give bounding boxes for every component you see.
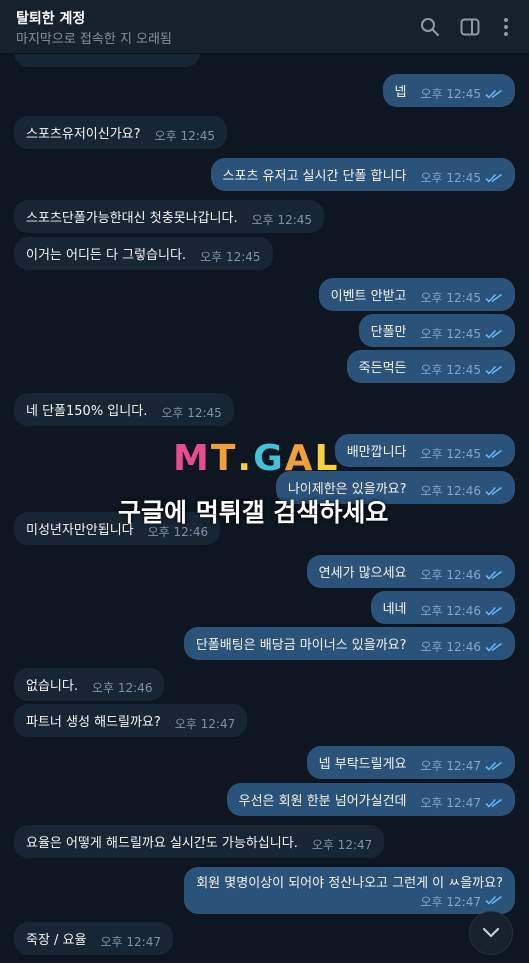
message-time: 오후 12:45: [200, 250, 261, 264]
read-ticks-icon: [485, 564, 503, 580]
message-text: 연세가 많으세요: [318, 566, 407, 581]
read-ticks-icon: [485, 600, 503, 616]
message-out[interactable]: 회원 몇명이상이 되어야 정산나오고 그런게 이 ㅆ을까요? 오후 12:47: [184, 867, 515, 914]
message-text: 회원 몇명이상이 되어야 정산나오고 그런게 이 ㅆ을까요?: [196, 875, 503, 891]
chat-header: 탈퇴한 계정 마지막으로 접속한 지 오래됨: [0, 0, 529, 54]
message-text: 스포츠유저이신가요?: [26, 127, 141, 142]
message-text: 죽장 / 요율: [26, 933, 87, 948]
message-text: 미성년자만안됩니다: [26, 523, 134, 538]
chat-title[interactable]: 탈퇴한 계정: [16, 8, 85, 28]
message-time: 오후 12:45: [420, 363, 481, 377]
chevron-down-icon: [482, 927, 500, 938]
message-text: 네네: [382, 602, 407, 617]
read-ticks-icon: [485, 287, 503, 303]
message-in[interactable]: 이거는 어디든 다 그렇습니다. 오후 12:45: [14, 237, 273, 270]
message-time: 오후 12:46: [420, 568, 481, 582]
message-time: 오후 12:46: [420, 604, 481, 618]
message-out[interactable]: 넵 오후 12:45: [382, 74, 515, 107]
message-out[interactable]: 이벤트 안받고 오후 12:45: [318, 278, 515, 311]
message-text: 넵 부탁드릴게요: [318, 757, 407, 772]
read-ticks-icon: [485, 636, 503, 652]
message-in[interactable]: 스포츠단폴가능한대신 첫충못나갑니다. 오후 12:45: [14, 200, 325, 233]
message-time: 오후 12:47: [311, 838, 373, 852]
message-out[interactable]: 배만깝니다 오후 12:45: [334, 434, 515, 467]
message-text: 나이제한은 있을까요?: [287, 482, 407, 497]
read-ticks-icon: [485, 792, 503, 808]
message-text: 네 단폴150% 입니다.: [26, 404, 148, 419]
message-time: 오후 12:47: [420, 894, 481, 909]
message-time: 오후 12:45: [420, 171, 481, 185]
message-out[interactable]: 우선은 회원 한분 넘어가실건데 오후 12:47: [226, 783, 515, 816]
message-text: 이벤트 안받고: [330, 289, 407, 304]
message-text: 단폴만: [370, 325, 407, 340]
message-text: 이거는 어디든 다 그렇습니다.: [26, 248, 187, 263]
message-time: 오후 12:47: [420, 759, 481, 773]
read-ticks-icon: [485, 891, 503, 910]
read-ticks-icon: [485, 755, 503, 771]
search-icon[interactable]: [418, 15, 442, 39]
message-time: 오후 12:46: [147, 525, 209, 539]
message-out[interactable]: 단폴만 오후 12:45: [358, 314, 515, 347]
message-time: 오후 12:45: [161, 406, 222, 420]
sidebar-toggle-icon[interactable]: [458, 15, 482, 39]
message-in[interactable]: 파트너 생성 해드릴까요? 오후 12:47: [14, 704, 248, 737]
message-time: 오후 12:45: [420, 327, 481, 341]
message-time: 오후 12:45: [420, 447, 481, 461]
scroll-down-button[interactable]: [469, 911, 513, 955]
message-out[interactable]: 네네 오후 12:46: [370, 591, 515, 624]
read-ticks-icon: [485, 323, 503, 339]
more-menu-icon[interactable]: [494, 15, 518, 39]
read-ticks-icon: [485, 167, 503, 183]
message-in[interactable]: 요율은 어떻게 해드릴까요 실시간도 가능하십니다. 오후 12:47: [14, 825, 385, 858]
message-out[interactable]: 나이제한은 있을까요? 오후 12:46: [275, 471, 515, 504]
message-partial: [14, 54, 200, 67]
message-out[interactable]: 스포츠 유저고 실시간 단폴 합니다 오후 12:45: [210, 158, 515, 191]
message-in[interactable]: 미성년자만안됩니다 오후 12:46: [14, 512, 221, 545]
read-ticks-icon: [485, 480, 503, 496]
message-text: 우선은 회원 한분 넘어가실건데: [238, 794, 407, 809]
message-out[interactable]: 연세가 많으세요 오후 12:46: [306, 555, 515, 588]
message-time: 오후 12:46: [420, 640, 481, 654]
message-text: 단폴배팅은 배당금 마이너스 있을까요?: [195, 638, 407, 653]
read-ticks-icon: [485, 443, 503, 459]
message-text: 스포츠 유저고 실시간 단폴 합니다: [222, 169, 407, 184]
message-time: 오후 12:46: [91, 681, 153, 695]
message-in[interactable]: 없습니다. 오후 12:46: [14, 668, 165, 701]
message-time: 오후 12:47: [100, 935, 161, 949]
message-text: 배만깝니다: [346, 445, 407, 460]
read-ticks-icon: [485, 359, 503, 375]
message-time: 오후 12:45: [251, 213, 313, 227]
message-list[interactable]: 넵 오후 12:45 스포츠유저이신가요? 오후 12:45 스포츠 유저고 실…: [0, 54, 529, 963]
read-ticks-icon: [485, 83, 503, 99]
message-out[interactable]: 단폴배팅은 배당금 마이너스 있을까요? 오후 12:46: [183, 627, 515, 660]
message-time: 오후 12:45: [420, 291, 481, 305]
message-in[interactable]: 스포츠유저이신가요? 오후 12:45: [14, 116, 228, 149]
message-out[interactable]: 넵 부탁드릴게요 오후 12:47: [306, 746, 515, 779]
message-time: 오후 12:47: [420, 796, 481, 810]
message-text: 죽든먹든: [358, 361, 407, 376]
message-out[interactable]: 죽든먹든 오후 12:45: [346, 350, 515, 383]
message-text: 없습니다.: [26, 679, 78, 694]
message-time: 오후 12:46: [420, 484, 481, 498]
message-time: 오후 12:47: [174, 717, 236, 731]
message-text: 요율은 어떻게 해드릴까요 실시간도 가능하십니다.: [26, 836, 298, 851]
message-in[interactable]: 죽장 / 요율 오후 12:47: [14, 922, 173, 955]
last-seen-status: 마지막으로 접속한 지 오래됨: [16, 32, 172, 47]
message-text: 파트너 생성 해드릴까요?: [26, 715, 161, 730]
message-time: 오후 12:45: [420, 87, 481, 101]
message-text: 넵: [394, 85, 407, 100]
message-in[interactable]: 네 단폴150% 입니다. 오후 12:45: [14, 393, 234, 426]
message-time: 오후 12:45: [154, 129, 216, 143]
message-text: 스포츠단폴가능한대신 첫충못나갑니다.: [26, 211, 238, 226]
